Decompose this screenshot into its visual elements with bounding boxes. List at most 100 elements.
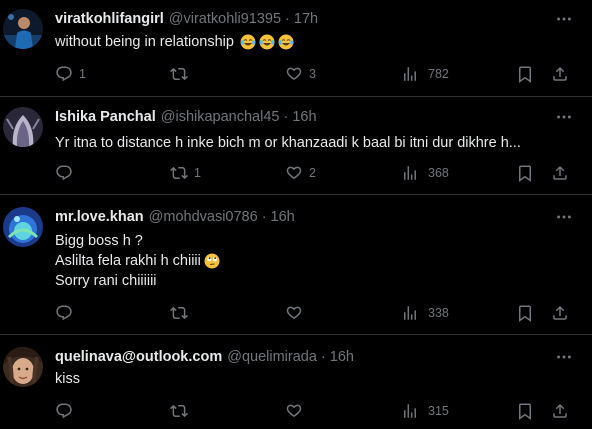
like-count: 2 (309, 166, 316, 180)
user-handle[interactable]: @viratkohli91395 (169, 11, 281, 27)
separator-dot: · (283, 109, 289, 125)
share-button[interactable] (551, 401, 569, 421)
bookmark-icon (519, 66, 531, 83)
tweet[interactable]: Ishika Panchal @ishikapanchal45 · 16h Yr… (0, 97, 592, 195)
display-name[interactable]: quelinava@outlook.com (55, 349, 222, 365)
tweet-actions: 315 (0, 401, 592, 421)
more-icon[interactable] (554, 107, 574, 127)
share-icon (553, 403, 567, 418)
bookmark-icon (519, 305, 531, 322)
views-button[interactable]: 782 (401, 64, 449, 84)
repost-icon (170, 166, 188, 180)
separator-dot: · (261, 209, 267, 225)
display-name[interactable]: viratkohlifangirl (55, 11, 164, 27)
repost-button[interactable] (170, 303, 194, 323)
more-icon[interactable] (554, 9, 574, 29)
reply-icon (56, 66, 72, 82)
reply-icon (56, 403, 72, 419)
avatar[interactable] (3, 9, 43, 49)
like-button[interactable] (285, 401, 309, 421)
repost-icon (170, 67, 188, 81)
tweet-actions: 338 (0, 303, 592, 323)
bookmark-button[interactable] (516, 303, 534, 323)
share-icon (553, 165, 567, 180)
like-icon (286, 67, 302, 80)
avatar-image (3, 347, 43, 387)
avatar-image (3, 207, 43, 247)
tweet-text: without being in relationship (55, 32, 562, 52)
repost-icon (170, 306, 188, 320)
tweet-actions: 1 2 368 (0, 163, 592, 183)
like-count: 3 (309, 67, 316, 81)
reply-feed: viratkohlifangirl @viratkohli91395 · 17h… (0, 0, 592, 429)
avatar-image (3, 107, 43, 147)
display-name[interactable]: mr.love.khan (55, 209, 144, 225)
reply-icon (56, 305, 72, 321)
views-button[interactable]: 315 (401, 401, 449, 421)
share-icon (553, 66, 567, 81)
views-button[interactable]: 368 (401, 163, 449, 183)
user-handle[interactable]: @ishikapanchal45 (161, 109, 280, 125)
reply-icon (56, 165, 72, 181)
like-button[interactable] (285, 303, 309, 323)
user-handle[interactable]: @quelimirada (227, 349, 317, 365)
face-with-tears-of-joy-icon (278, 34, 294, 50)
tweet-text-line: Bigg boss h ? (55, 233, 143, 249)
timestamp[interactable]: 16h (292, 109, 316, 125)
user-handle[interactable]: @mohdvasi0786 (149, 209, 258, 225)
avatar-image (3, 9, 43, 49)
like-icon (286, 166, 302, 179)
like-icon (286, 404, 302, 417)
tweet-text-line: Yr itna to distance h inke bich m or kha… (55, 135, 521, 151)
display-name[interactable]: Ishika Panchal (55, 109, 156, 125)
view-count: 368 (428, 166, 449, 180)
reply-count: 1 (79, 67, 86, 81)
bookmark-icon (519, 165, 531, 182)
face-with-tears-of-joy-icon (240, 34, 256, 50)
more-icon[interactable] (554, 347, 574, 367)
repost-count: 1 (194, 166, 201, 180)
tweet-text-line: kiss (55, 371, 80, 387)
repost-button[interactable] (170, 401, 194, 421)
timestamp[interactable]: 17h (294, 11, 318, 27)
bookmark-icon (519, 403, 531, 420)
tweet-text: kiss (55, 369, 562, 389)
reply-button[interactable] (55, 163, 79, 183)
face-with-rolling-eyes-icon (204, 253, 220, 269)
reply-button[interactable] (55, 401, 79, 421)
view-count: 338 (428, 306, 449, 320)
views-button[interactable]: 338 (401, 303, 449, 323)
tweet-text: Yr itna to distance h inke bich m or kha… (55, 133, 562, 153)
timestamp[interactable]: 16h (271, 209, 295, 225)
reply-button[interactable] (55, 303, 79, 323)
more-icon[interactable] (554, 207, 574, 227)
bookmark-button[interactable] (516, 163, 534, 183)
view-count: 315 (428, 404, 449, 418)
tweet-text-line: without being in relationship (55, 34, 234, 50)
avatar[interactable] (3, 347, 43, 387)
tweet[interactable]: quelinava@outlook.com @quelimirada · 16h… (0, 335, 592, 429)
share-button[interactable] (551, 303, 569, 323)
repost-icon (170, 404, 188, 418)
like-button[interactable]: 2 (285, 163, 316, 183)
views-icon (404, 67, 416, 81)
tweet[interactable]: viratkohlifangirl @viratkohli91395 · 17h… (0, 0, 592, 97)
tweet[interactable]: mr.love.khan @mohdvasi0786 · 16h Bigg bo… (0, 195, 592, 335)
avatar[interactable] (3, 107, 43, 147)
share-button[interactable] (551, 163, 569, 183)
share-button[interactable] (551, 64, 569, 84)
tweet-text-line: Aslilta fela rakhi h chiiii (55, 253, 201, 269)
separator-dot: · (320, 349, 326, 365)
share-icon (553, 305, 567, 320)
bookmark-button[interactable] (516, 401, 534, 421)
reply-button[interactable]: 1 (55, 64, 86, 84)
view-count: 782 (428, 67, 449, 81)
views-icon (404, 404, 416, 418)
bookmark-button[interactable] (516, 64, 534, 84)
repost-button[interactable] (170, 64, 194, 84)
repost-button[interactable]: 1 (170, 163, 201, 183)
separator-dot: · (285, 11, 290, 27)
avatar[interactable] (3, 207, 43, 247)
timestamp[interactable]: 16h (330, 349, 354, 365)
like-button[interactable]: 3 (285, 64, 316, 84)
